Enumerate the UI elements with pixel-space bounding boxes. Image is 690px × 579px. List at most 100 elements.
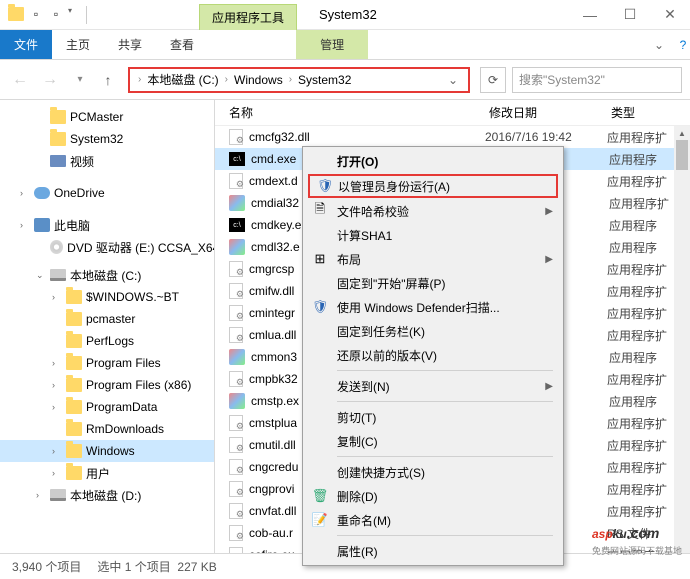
tree-item[interactable]: 视频 <box>0 150 214 172</box>
tree-item[interactable]: ›$WINDOWS.~BT <box>0 286 214 308</box>
expand-ribbon-icon[interactable]: ⌄ <box>642 38 676 52</box>
defender-icon: 🛡 <box>311 298 329 316</box>
chevron-right-icon[interactable]: › <box>223 74 230 85</box>
chevron-right-icon[interactable]: › <box>287 74 294 85</box>
file-icon: c:\ <box>229 152 245 166</box>
menu-cut[interactable]: 剪切(T) <box>305 405 561 429</box>
file-name: cmcfg32.dll <box>249 130 485 144</box>
menu-restore[interactable]: 还原以前的版本(V) <box>305 343 561 367</box>
back-button[interactable]: ← <box>8 68 32 92</box>
scroll-thumb[interactable] <box>676 140 688 170</box>
menu-hash[interactable]: 🗎文件哈希校验▶ <box>305 199 561 223</box>
tree-item[interactable]: ›Program Files (x86) <box>0 374 214 396</box>
folder-icon <box>66 378 82 392</box>
file-icon <box>229 415 243 431</box>
file-icon <box>229 349 245 365</box>
refresh-button[interactable]: ⟳ <box>480 67 506 93</box>
menu-pin-taskbar[interactable]: 固定到任务栏(K) <box>305 319 561 343</box>
menu-sha1[interactable]: 计算SHA1 <box>305 223 561 247</box>
tree-item-windows[interactable]: ›Windows <box>0 440 214 462</box>
minimize-button[interactable]: — <box>570 1 610 29</box>
breadcrumb[interactable]: › 本地磁盘 (C:) › Windows › System32 ⌄ <box>128 67 470 93</box>
share-tab[interactable]: 共享 <box>104 30 156 59</box>
tree-item[interactable]: ›此电脑 <box>0 214 214 236</box>
tree-item[interactable]: PCMaster <box>0 106 214 128</box>
scrollbar[interactable]: ▲ ▼ <box>674 126 690 572</box>
tree-item[interactable]: ›用户 <box>0 462 214 484</box>
qat-dropdown-icon[interactable]: ▾ <box>68 6 78 24</box>
file-type: 应用程序扩 <box>607 305 667 322</box>
tree-item[interactable]: ›本地磁盘 (D:) <box>0 484 214 506</box>
video-icon <box>50 155 66 167</box>
rename-icon: 📝 <box>311 511 329 529</box>
file-type: 应用程序扩 <box>607 437 667 454</box>
manage-tab[interactable]: 管理 <box>296 30 368 59</box>
menu-properties[interactable]: 属性(R) <box>305 539 561 563</box>
breadcrumb-dropdown-icon[interactable]: ⌄ <box>444 73 462 87</box>
column-date[interactable]: 修改日期 <box>489 104 611 121</box>
tree-item[interactable]: ›Program Files <box>0 352 214 374</box>
breadcrumb-seg[interactable]: Windows <box>230 73 287 87</box>
file-icon <box>229 525 243 541</box>
file-icon <box>229 437 243 453</box>
chevron-down-icon[interactable]: ⌄ <box>36 270 46 281</box>
file-icon <box>229 503 243 519</box>
new-folder-icon[interactable]: ▫ <box>48 6 64 22</box>
up-button[interactable]: ↑ <box>98 70 118 90</box>
chevron-right-icon[interactable]: › <box>20 188 30 198</box>
dvd-icon <box>50 240 64 254</box>
file-type: 应用程序 <box>609 151 657 168</box>
menu-defender[interactable]: 🛡使用 Windows Defender扫描... <box>305 295 561 319</box>
column-name[interactable]: 名称 <box>229 104 489 121</box>
history-dropdown-icon[interactable]: ▾ <box>68 68 92 92</box>
properties-icon[interactable]: ▫ <box>28 6 44 22</box>
folder-icon <box>66 334 82 348</box>
scroll-up-icon[interactable]: ▲ <box>674 126 690 140</box>
file-type: 应用程序 <box>609 349 657 366</box>
menu-pin-start[interactable]: 固定到"开始"屏幕(P) <box>305 271 561 295</box>
folder-icon <box>66 422 82 436</box>
chevron-right-icon[interactable]: › <box>20 220 30 230</box>
view-tab[interactable]: 查看 <box>156 30 208 59</box>
close-button[interactable]: ✕ <box>650 1 690 29</box>
home-tab[interactable]: 主页 <box>52 30 104 59</box>
forward-button[interactable]: → <box>38 68 62 92</box>
chevron-right-icon: ▶ <box>545 254 553 265</box>
breadcrumb-seg[interactable]: System32 <box>294 73 355 87</box>
tree-item[interactable]: pcmaster <box>0 308 214 330</box>
file-tab[interactable]: 文件 <box>0 30 52 59</box>
window-title: System32 <box>319 7 377 22</box>
file-icon <box>229 261 243 277</box>
menu-open[interactable]: 打开(O) <box>305 149 561 173</box>
maximize-button[interactable]: ☐ <box>610 1 650 29</box>
file-date: 2016/7/16 19:42 <box>485 130 607 144</box>
menu-run-as-admin[interactable]: 🛡以管理员身份运行(A) <box>308 174 558 198</box>
file-icon <box>229 327 243 343</box>
file-row[interactable]: cmcfg32.dll2016/7/16 19:42应用程序扩 <box>215 126 690 148</box>
tree-item[interactable]: DVD 驱动器 (E:) CCSA_X64 <box>0 236 214 258</box>
menu-delete[interactable]: 🗑删除(D) <box>305 484 561 508</box>
search-input[interactable]: 搜索"System32" <box>512 67 682 93</box>
tree-item[interactable]: System32 <box>0 128 214 150</box>
chevron-right-icon[interactable]: › <box>136 74 143 85</box>
menu-copy[interactable]: 复制(C) <box>305 429 561 453</box>
menu-sendto[interactable]: 发送到(N)▶ <box>305 374 561 398</box>
menu-layout[interactable]: ⊞布局▶ <box>305 247 561 271</box>
help-icon[interactable]: ? <box>676 38 690 52</box>
menu-rename[interactable]: 📝重命名(M) <box>305 508 561 532</box>
file-icon <box>229 195 245 211</box>
file-icon <box>229 173 243 189</box>
drive-icon <box>50 269 66 281</box>
tree-item[interactable]: RmDownloads <box>0 418 214 440</box>
file-type: 应用程序扩 <box>607 481 667 498</box>
menu-shortcut[interactable]: 创建快捷方式(S) <box>305 460 561 484</box>
tree-item[interactable]: PerfLogs <box>0 330 214 352</box>
tree-item[interactable]: ›OneDrive <box>0 182 214 204</box>
tree-item[interactable]: ⌄本地磁盘 (C:) <box>0 264 214 286</box>
file-icon <box>229 239 245 255</box>
column-type[interactable]: 类型 <box>611 104 690 121</box>
breadcrumb-seg[interactable]: 本地磁盘 (C:) <box>143 71 222 88</box>
tree-item[interactable]: ›ProgramData <box>0 396 214 418</box>
tools-tab[interactable]: 应用程序工具 <box>199 4 297 30</box>
file-type: 应用程序扩 <box>609 195 669 212</box>
